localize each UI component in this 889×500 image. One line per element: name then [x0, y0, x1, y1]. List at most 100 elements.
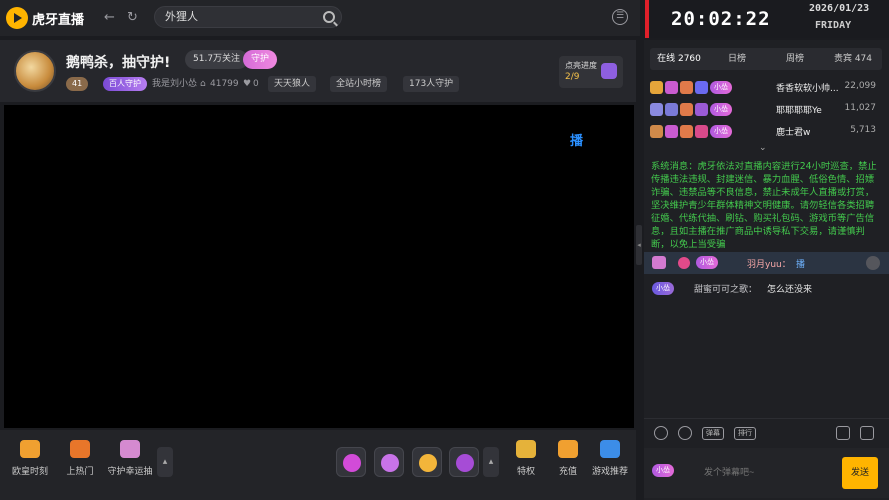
- chat-username[interactable]: 羽月yuu：: [747, 257, 791, 270]
- tag-hour-rank[interactable]: 全站小时榜: [330, 76, 388, 92]
- chat-text: 怎么还没来: [767, 285, 813, 295]
- tab-online[interactable]: 在线 2760: [650, 48, 708, 70]
- send-button[interactable]: 发送: [842, 457, 878, 489]
- recharge-label: 充值: [558, 467, 577, 477]
- crown-icon: [516, 440, 536, 458]
- tools-icon[interactable]: [860, 426, 874, 440]
- room-title: 鹅鸭杀，抽守护!: [66, 55, 171, 71]
- settings-icon[interactable]: [678, 426, 692, 440]
- hot-button[interactable]: 上热门: [62, 440, 98, 477]
- chat-sidebar: 在线 2760 日榜 周榜 贵宾 474 小怂 香香软软小帅... 22,099…: [644, 40, 889, 500]
- privilege-button[interactable]: 特权: [512, 440, 540, 477]
- expand-gifts-button[interactable]: ▴: [483, 447, 499, 477]
- lucky-moment-label: 欧皇时刻: [11, 467, 48, 477]
- streamer-name[interactable]: 我是刘小怂: [152, 77, 197, 91]
- gift-weekstar[interactable]: [336, 447, 366, 477]
- chevron-down-icon[interactable]: ⌄: [759, 143, 767, 153]
- emoji-icon[interactable]: [654, 426, 668, 440]
- guard-badge: 百人守护: [103, 77, 147, 91]
- fan-pill: 小怂: [710, 103, 732, 116]
- popularity-count: 41799: [210, 79, 239, 89]
- video-watermark: 播: [570, 134, 584, 149]
- progress-label: 点亮进度: [565, 61, 597, 70]
- video-player[interactable]: [4, 105, 634, 428]
- vip-badge-icon: [665, 125, 678, 138]
- progress-value: 2/9: [565, 72, 580, 82]
- game-recommend-button[interactable]: 游戏推荐: [590, 440, 630, 477]
- tab-vip[interactable]: 贵宾 474: [824, 48, 882, 70]
- rank-badges: 小怂: [650, 81, 732, 94]
- fan-badge-icon: [695, 103, 708, 116]
- game-recommend-label: 游戏推荐: [591, 467, 628, 477]
- tag-category[interactable]: 天天狼人: [268, 76, 317, 92]
- chat-message[interactable]: 小怂 甜蜜可可之歌： 怎么还没来: [644, 278, 889, 298]
- rank-user-name: 香香软软小帅...: [776, 84, 839, 94]
- system-message: 系统消息：虎牙依法对直播内容进行24小时巡查，禁止传播违法违规、封建迷信、暴力血…: [651, 161, 877, 250]
- search-input[interactable]: [165, 10, 315, 22]
- back-icon[interactable]: ←: [104, 10, 115, 25]
- logo[interactable]: 虎牙直播: [6, 7, 84, 29]
- noble-badge-icon: [680, 81, 693, 94]
- lucky-moment-button[interactable]: 欧皇时刻: [10, 440, 50, 477]
- rank-user-name: 鹿士君w: [776, 128, 811, 138]
- like-icon: ♥: [243, 79, 252, 89]
- rank-tabs: 在线 2760 日榜 周榜 贵宾 474: [650, 48, 882, 70]
- hexagon-icon: [601, 63, 617, 79]
- hot-label: 上热门: [66, 467, 94, 477]
- chat-username[interactable]: 甜蜜可可之歌：: [694, 282, 757, 295]
- like-count: 0: [253, 79, 259, 89]
- privilege-label: 特权: [516, 467, 535, 477]
- gamepad-icon: [600, 440, 620, 458]
- crown-box-icon: [20, 440, 40, 458]
- chat-input-area: 小怂 发送: [644, 448, 889, 498]
- refresh-icon[interactable]: ↻: [127, 10, 138, 25]
- silver-crown-icon: [650, 103, 663, 116]
- clock-date: 2026/01/23: [809, 3, 870, 14]
- heart-icon: [456, 454, 474, 472]
- tab-daily[interactable]: 日榜: [708, 48, 766, 70]
- fan-pill: 小怂: [696, 256, 718, 269]
- rank-user-name: 耶耶耶耶Ye: [776, 106, 822, 116]
- collapse-sidebar-handle[interactable]: ◂: [636, 225, 642, 265]
- clock-panel: 20:02:22 2026/01/23 FRIDAY: [645, 0, 889, 38]
- guard-button[interactable]: 守护: [243, 50, 278, 69]
- fan-pill: 小怂: [710, 81, 732, 94]
- fan-pill: 小怂: [652, 282, 674, 295]
- menu-icon[interactable]: ☰: [612, 9, 628, 25]
- light-progress[interactable]: 点亮进度 2/9: [559, 56, 623, 88]
- my-fan-pill[interactable]: 小怂: [652, 464, 674, 477]
- gift-heart[interactable]: [449, 447, 479, 477]
- fan-badge-icon: [695, 125, 708, 138]
- clock-weekday: FRIDAY: [815, 20, 852, 31]
- heart-badge-icon: [678, 257, 690, 269]
- rank-row[interactable]: 小怂 耶耶耶耶Ye 11,027: [650, 100, 882, 120]
- clear-icon[interactable]: [836, 426, 850, 440]
- streamer-avatar[interactable]: [14, 50, 56, 92]
- expand-left-button[interactable]: ▴: [157, 447, 173, 477]
- report-icon[interactable]: [866, 256, 880, 270]
- rank-row[interactable]: 小怂 鹿士君w 5,713: [650, 122, 882, 142]
- recharge-button[interactable]: 充值: [554, 440, 582, 477]
- rank-pill[interactable]: 排行: [734, 427, 756, 440]
- rank-badges: 小怂: [650, 103, 732, 116]
- rank-row[interactable]: 小怂 香香软软小帅... 22,099: [650, 78, 882, 98]
- vip-badge-icon: [665, 81, 678, 94]
- barrage-pill[interactable]: 弹幕: [702, 427, 724, 440]
- chat-message[interactable]: 小怂 羽月yuu： 播: [644, 252, 889, 274]
- search-icon[interactable]: [323, 11, 335, 23]
- tab-weekly[interactable]: 周榜: [766, 48, 824, 70]
- guard-lottery-button[interactable]: 守护幸运抽: [106, 440, 154, 477]
- gift-magnet[interactable]: [374, 447, 404, 477]
- rank-score: 22,099: [844, 81, 877, 91]
- follow-button[interactable]: 51.7万关注: [185, 50, 249, 69]
- tag-guard-count[interactable]: 173人守护: [403, 76, 460, 92]
- clock-time: 20:02:22: [671, 8, 771, 30]
- crown-icon: [650, 81, 663, 94]
- lottery-icon: [120, 440, 140, 458]
- chat-input[interactable]: [704, 457, 840, 487]
- weekstar-icon: [343, 454, 361, 472]
- noble-badge-icon: [680, 103, 693, 116]
- bottom-bar: 欧皇时刻 上热门 守护幸运抽 ▴ ▴ 特权 充值 游戏推荐: [0, 430, 636, 500]
- gift-moon[interactable]: [412, 447, 442, 477]
- level-badge: 41: [66, 77, 89, 91]
